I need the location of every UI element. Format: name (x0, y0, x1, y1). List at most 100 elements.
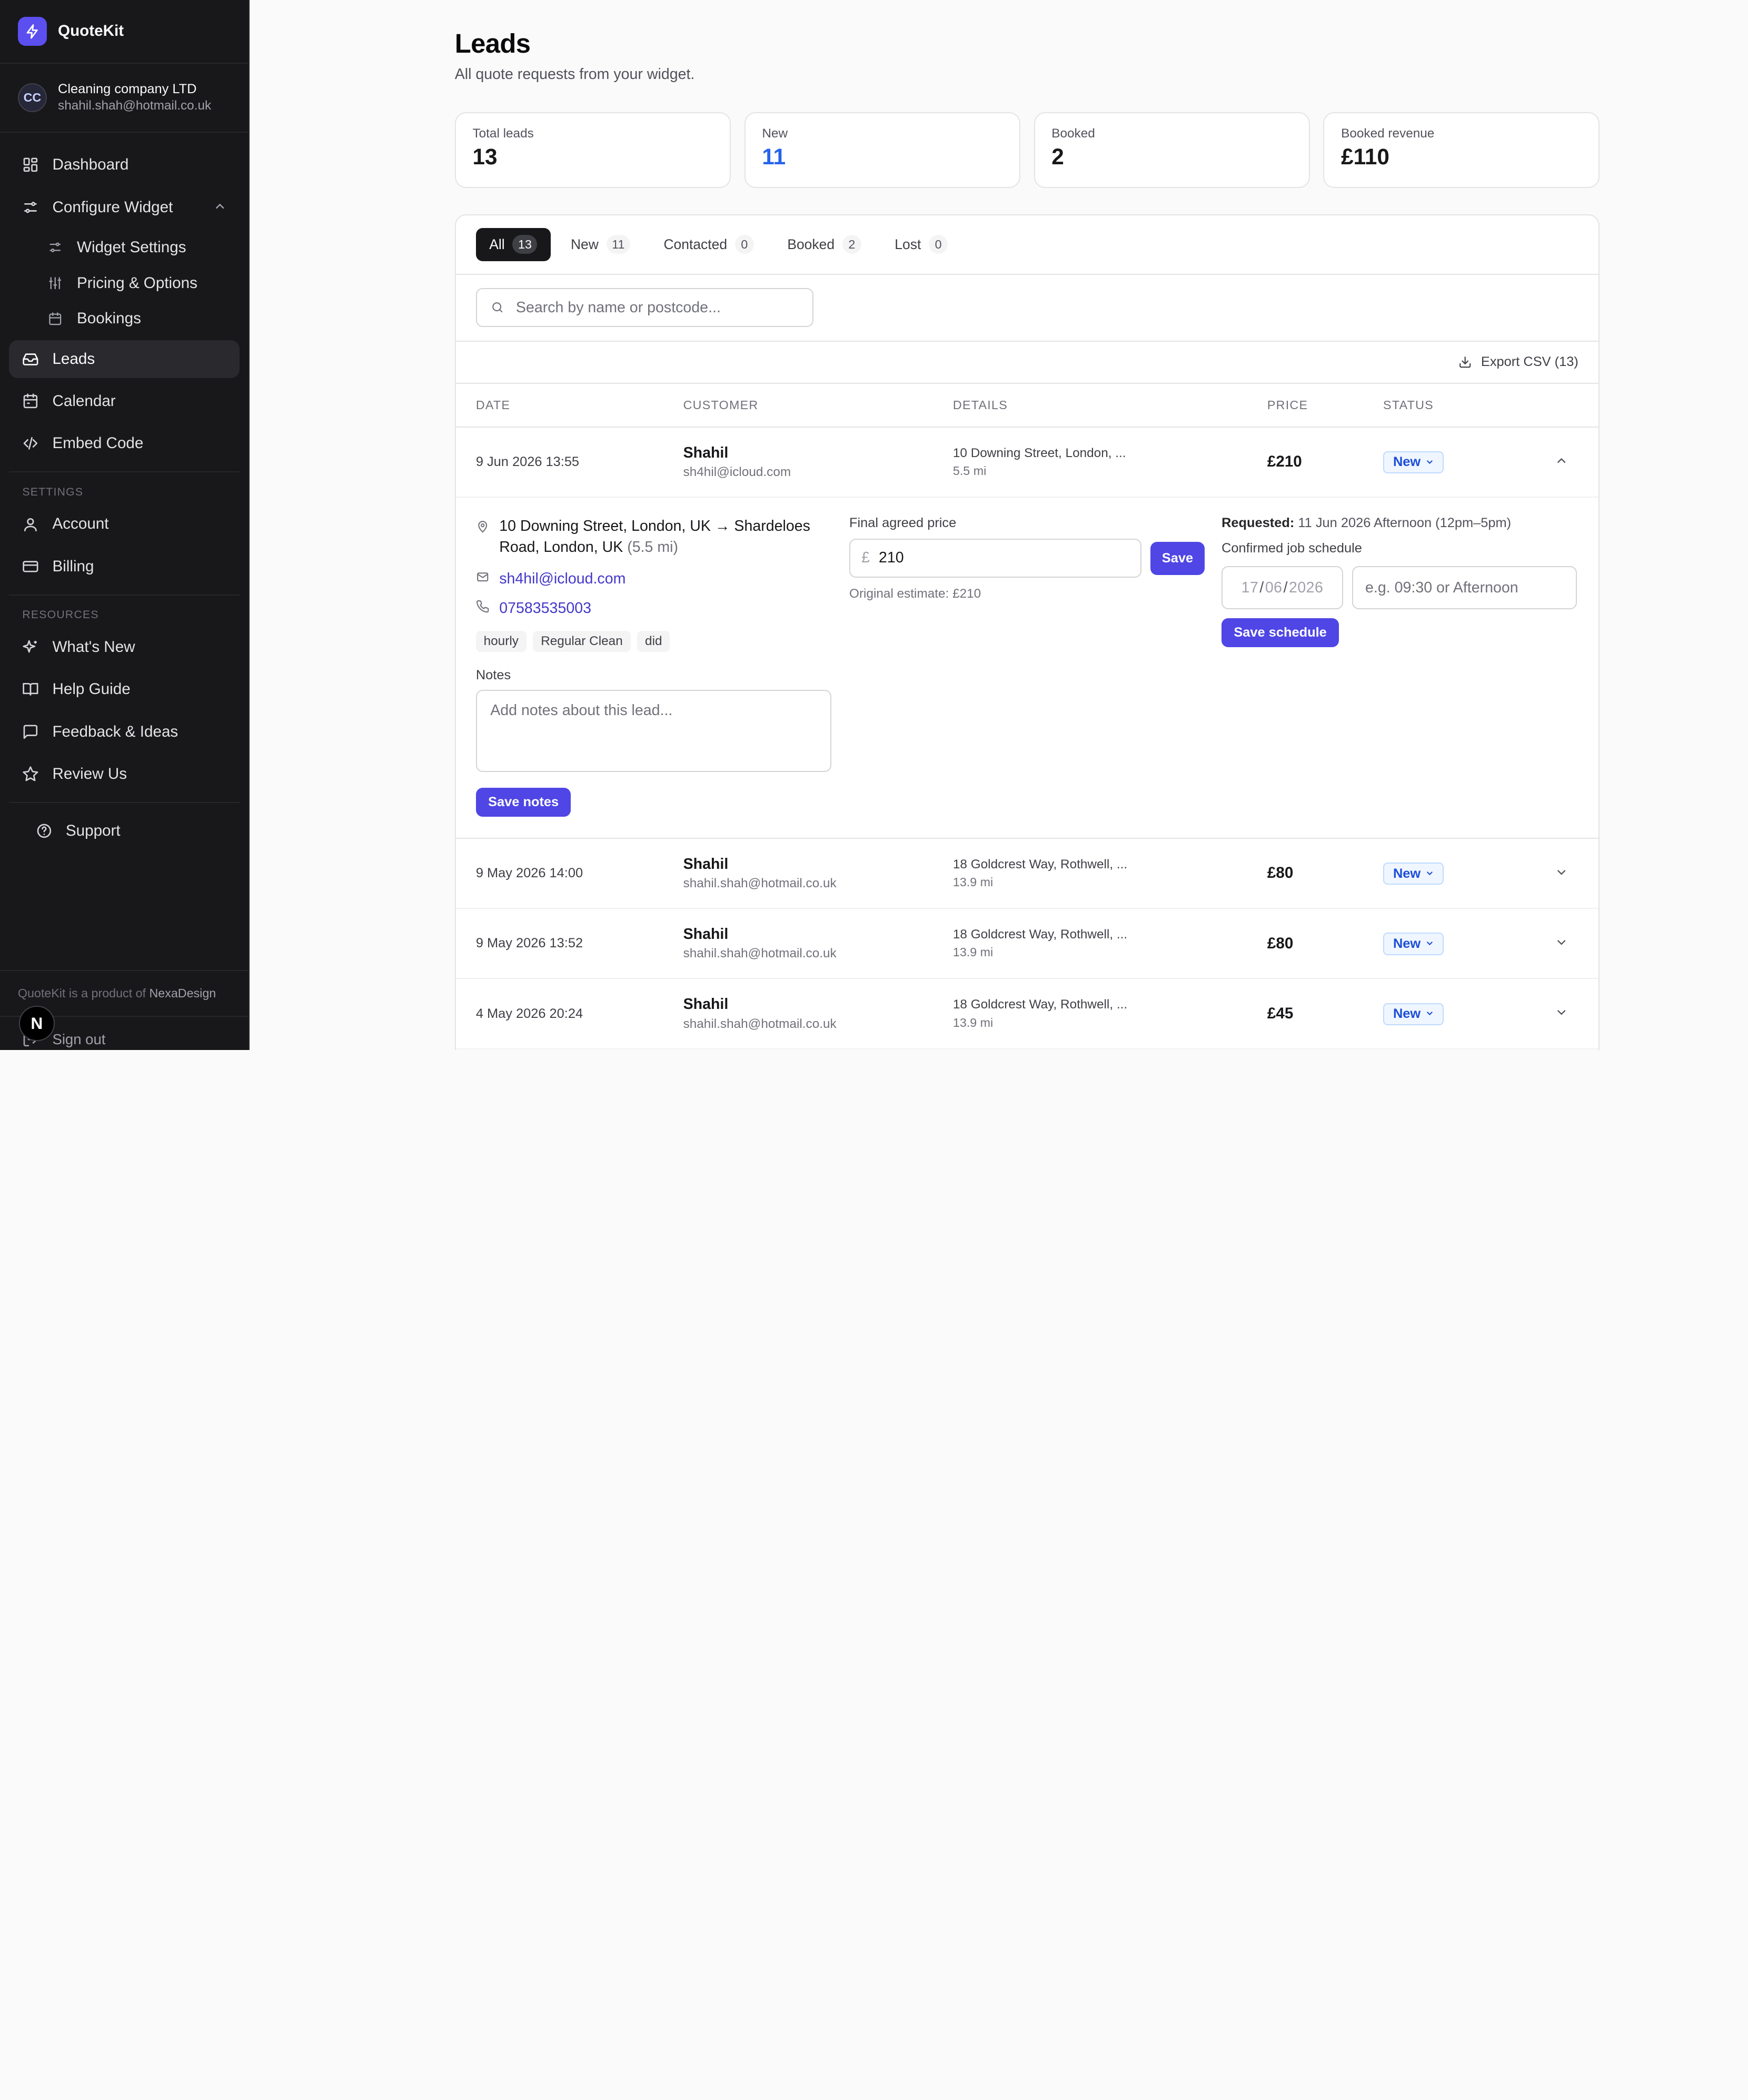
notes-label: Notes (475, 667, 511, 682)
sidebar-nav: Dashboard Configure Widget Widget Settin… (0, 133, 249, 850)
column-header-customer[interactable]: Customer (683, 398, 953, 412)
sidebar-item-label: Help Guide (52, 680, 131, 698)
sidebar-item-account[interactable]: Account (9, 505, 240, 543)
star-icon (22, 766, 39, 782)
tab-label: Lost (895, 236, 921, 252)
company-link[interactable]: NexaDesign (149, 986, 216, 1000)
collapse-row-button[interactable] (1517, 452, 1598, 472)
time-input[interactable] (1352, 566, 1577, 610)
table-row[interactable]: 9 Jun 2026 13:55 Shahil sh4hil@icloud.co… (455, 428, 1598, 498)
status-label: New (1393, 866, 1421, 881)
table-header: Date Customer Details Price Status (455, 384, 1598, 428)
original-estimate: Original estimate: £210 (849, 586, 981, 601)
map-pin-icon (476, 516, 489, 558)
row-date: 9 May 2026 14:00 (475, 865, 583, 880)
status-dropdown[interactable]: New (1383, 862, 1444, 885)
sidebar-item-label: Pricing & Options (77, 274, 197, 292)
column-header-details[interactable]: Details (953, 398, 1267, 412)
sidebar-footer: QuoteKit is a product of NexaDesign (0, 969, 249, 1001)
row-price: £45 (1267, 1005, 1294, 1023)
export-csv-button[interactable]: Export CSV (13) (1456, 354, 1578, 371)
export-row: Export CSV (13) (455, 342, 1598, 384)
tab-booked[interactable]: Booked 2 (774, 228, 875, 262)
sidebar-item-leads[interactable]: Leads (8, 340, 240, 378)
final-price-section: Final agreed price £ Save Original estim… (849, 516, 1206, 601)
requested-value: 11 Jun 2026 Afternoon (12pm–5pm) (1298, 515, 1512, 530)
tab-contacted[interactable]: Contacted 0 (650, 228, 767, 262)
sidebar-item-label: Feedback & Ideas (52, 722, 178, 740)
expand-row-button[interactable] (1517, 933, 1598, 954)
search-row (455, 275, 1598, 342)
chevron-up-icon (213, 200, 226, 217)
row-customer-name: Shahil (683, 855, 729, 873)
search-input[interactable] (515, 299, 795, 316)
tab-all[interactable]: All 13 (475, 227, 551, 262)
notes-textarea[interactable] (475, 689, 832, 772)
status-dropdown[interactable]: New (1383, 1003, 1444, 1025)
table-row[interactable]: 9 May 2026 13:52 Shahil shahil.shah@hotm… (455, 909, 1598, 979)
expand-row-button[interactable] (1517, 1004, 1598, 1024)
brand-name: QuoteKit (58, 22, 124, 40)
sidebar-item-calendar[interactable]: Calendar (9, 382, 240, 420)
chevron-down-icon (1425, 1006, 1434, 1022)
date-month: 06 (1265, 579, 1283, 596)
sidebar-item-whats-new[interactable]: What's New (9, 628, 240, 666)
phone-icon (476, 600, 489, 617)
expand-row-button[interactable] (1517, 863, 1598, 884)
column-header-date[interactable]: Date (456, 398, 683, 412)
sidebar-item-embed-code[interactable]: Embed Code (9, 424, 240, 462)
sidebar-item-dashboard[interactable]: Dashboard (9, 146, 240, 184)
sidebar-item-label: Bookings (77, 310, 141, 328)
row-date: 4 May 2026 20:24 (475, 1006, 583, 1021)
date-picker-input[interactable]: 17/06/2026 (1221, 566, 1343, 610)
sidebar-item-label: Configure Widget (52, 198, 173, 216)
row-date: 9 Jun 2026 13:55 (475, 454, 580, 469)
leads-table-card: All 13 New 11 Contacted 0 Booked 2 Lost (454, 214, 1600, 1051)
phone-link[interactable]: 07583535003 (476, 600, 832, 617)
sliders-icon (47, 239, 64, 256)
sidebar-item-configure-widget[interactable]: Configure Widget (9, 189, 240, 226)
sidebar-item-feedback[interactable]: Feedback & Ideas (9, 713, 240, 751)
sign-out-label: Sign out (52, 1031, 106, 1048)
account-switcher[interactable]: CC Cleaning company LTD shahil.shah@hotm… (0, 64, 249, 133)
save-price-button[interactable]: Save (1150, 541, 1205, 576)
divider (8, 802, 240, 804)
chevron-down-icon (1425, 454, 1434, 470)
final-price-input[interactable] (878, 549, 1102, 567)
tab-lost[interactable]: Lost 0 (881, 228, 961, 262)
status-dropdown[interactable]: New (1383, 451, 1444, 474)
next-dev-badge[interactable]: N (18, 1005, 55, 1042)
tab-new[interactable]: New 11 (558, 228, 644, 262)
chevron-down-icon (1555, 933, 1568, 953)
save-notes-button[interactable]: Save notes (475, 788, 571, 817)
sidebar-item-label: Billing (52, 557, 94, 575)
chevron-down-icon (1425, 936, 1434, 952)
currency-symbol: £ (861, 549, 870, 567)
save-schedule-button[interactable]: Save schedule (1221, 618, 1339, 648)
row-customer-name: Shahil (683, 444, 729, 461)
status-dropdown[interactable]: New (1383, 933, 1444, 955)
sidebar-item-billing[interactable]: Billing (9, 548, 240, 586)
tab-count: 0 (734, 235, 754, 254)
lead-phone: 07583535003 (499, 600, 591, 617)
sidebar-item-widget-settings[interactable]: Widget Settings (9, 231, 240, 264)
email-link[interactable]: sh4hil@icloud.com (476, 570, 832, 588)
account-company: Cleaning company LTD (58, 81, 197, 96)
sidebar-item-support[interactable]: Support (9, 812, 240, 850)
sidebar-item-review-us[interactable]: Review Us (9, 755, 240, 793)
sidebar-item-pricing-options[interactable]: Pricing & Options (9, 266, 240, 300)
confirmed-schedule-label: Confirmed job schedule (1221, 540, 1362, 556)
row-customer-email: shahil.shah@hotmail.co.uk (683, 946, 837, 961)
sidebar-item-bookings[interactable]: Bookings (9, 302, 240, 336)
date-year: 2026 (1289, 579, 1324, 596)
download-icon (1456, 354, 1473, 371)
table-row[interactable]: 4 May 2026 20:24 Shahil shahil.shah@hotm… (455, 979, 1598, 1049)
row-price: £210 (1267, 453, 1302, 471)
column-header-price[interactable]: Price (1267, 398, 1383, 412)
table-row[interactable]: 9 May 2026 14:00 Shahil shahil.shah@hotm… (455, 839, 1598, 909)
sidebar-item-help-guide[interactable]: Help Guide (9, 670, 240, 708)
brand[interactable]: QuoteKit (0, 0, 249, 64)
stat-label: Booked revenue (1341, 126, 1435, 141)
status-label: New (1393, 1006, 1421, 1022)
column-header-status[interactable]: Status (1383, 398, 1517, 412)
